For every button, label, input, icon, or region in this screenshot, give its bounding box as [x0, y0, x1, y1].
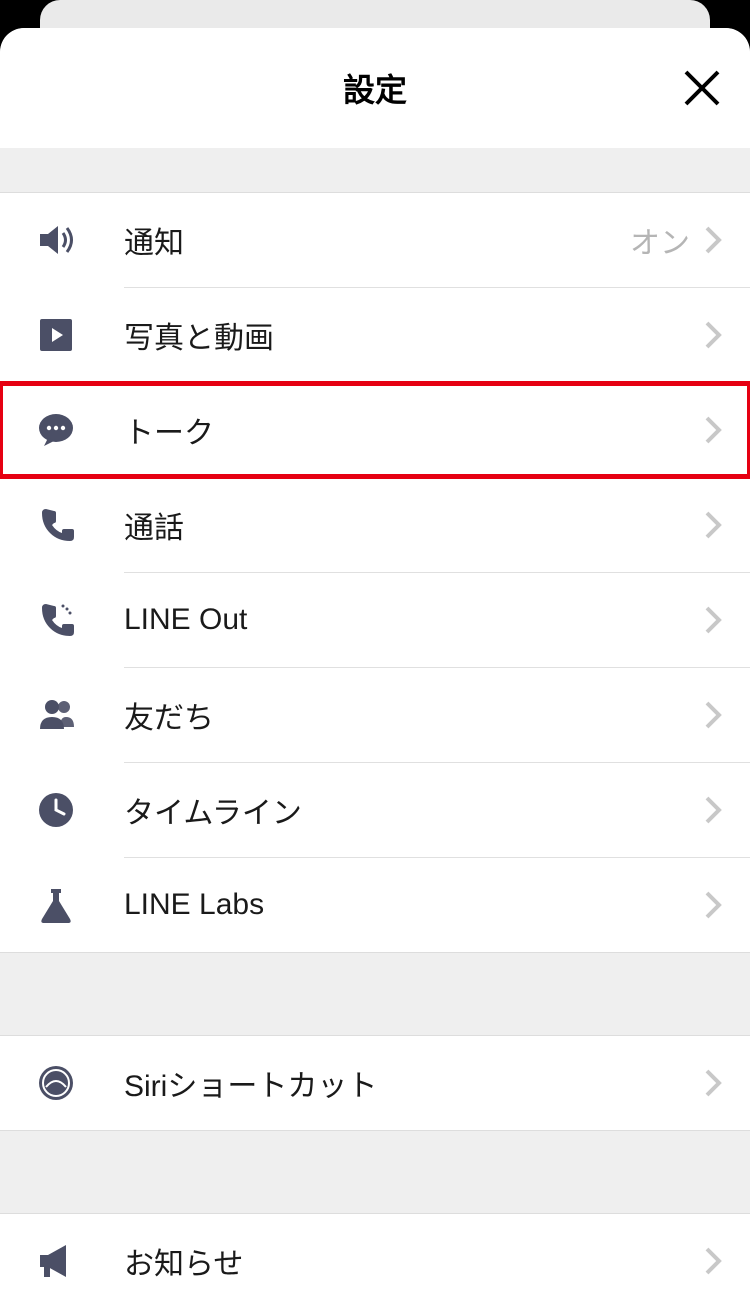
- settings-sheet: 設定 通知オン写真と動画トーク通話 LINE Out 友だちタイムライン LINE L…: [0, 28, 750, 1294]
- chevron-right-icon: [704, 1247, 722, 1275]
- section-gap: [0, 1130, 750, 1214]
- chevron-right-icon: [704, 511, 722, 539]
- settings-section: 通知オン写真と動画トーク通話 LINE Out 友だちタイムライン LINE Labs: [0, 193, 750, 952]
- section-gap: [0, 952, 750, 1036]
- row-label: 写真と動画: [124, 313, 704, 357]
- row-label: Siriショートカット: [124, 1061, 704, 1105]
- header: 設定: [0, 28, 750, 148]
- play-icon: [36, 315, 124, 355]
- chevron-right-icon: [704, 796, 722, 824]
- settings-row-clock[interactable]: タイムライン: [0, 763, 750, 857]
- settings-row-play[interactable]: 写真と動画: [0, 288, 750, 382]
- settings-section: お知らせヘルプセンター: [0, 1214, 750, 1294]
- settings-row-friends[interactable]: 友だち: [0, 668, 750, 762]
- settings-row-speaker[interactable]: 通知オン: [0, 193, 750, 287]
- settings-row-phone-out[interactable]: LINE Out: [0, 573, 750, 667]
- header-gap: [0, 148, 750, 193]
- chevron-right-icon: [704, 606, 722, 634]
- row-label: LINE Out: [124, 603, 704, 637]
- chevron-right-icon: [704, 1069, 722, 1097]
- flask-icon: [36, 885, 124, 925]
- row-label: トーク: [124, 408, 704, 452]
- settings-section: Siriショートカット: [0, 1036, 750, 1130]
- settings-row-flask[interactable]: LINE Labs: [0, 858, 750, 952]
- settings-row-megaphone[interactable]: お知らせ: [0, 1214, 750, 1294]
- clock-icon: [36, 790, 124, 830]
- settings-row-chat[interactable]: トーク: [0, 383, 750, 477]
- phone-icon: [36, 505, 124, 545]
- settings-row-phone[interactable]: 通話: [0, 478, 750, 572]
- chevron-right-icon: [704, 226, 722, 254]
- row-label: タイムライン: [124, 788, 704, 832]
- megaphone-icon: [36, 1241, 124, 1281]
- chevron-right-icon: [704, 891, 722, 919]
- chevron-right-icon: [704, 321, 722, 349]
- settings-row-siri[interactable]: Siriショートカット: [0, 1036, 750, 1130]
- backdrop-sheet: [40, 0, 710, 28]
- row-label: 通話: [124, 503, 704, 547]
- row-label: 通知: [124, 218, 630, 262]
- page-title: 設定: [343, 65, 407, 111]
- chevron-right-icon: [704, 416, 722, 444]
- friends-icon: [36, 695, 124, 735]
- row-label: お知らせ: [124, 1239, 704, 1283]
- row-label: 友だち: [124, 693, 704, 737]
- chevron-right-icon: [704, 701, 722, 729]
- chat-icon: [36, 410, 124, 450]
- phone-out-icon: [36, 600, 124, 640]
- siri-icon: [36, 1063, 124, 1103]
- close-icon: [682, 68, 722, 108]
- row-value: オン: [630, 218, 690, 262]
- close-button[interactable]: [682, 68, 722, 108]
- row-label: LINE Labs: [124, 888, 704, 922]
- speaker-icon: [36, 220, 124, 260]
